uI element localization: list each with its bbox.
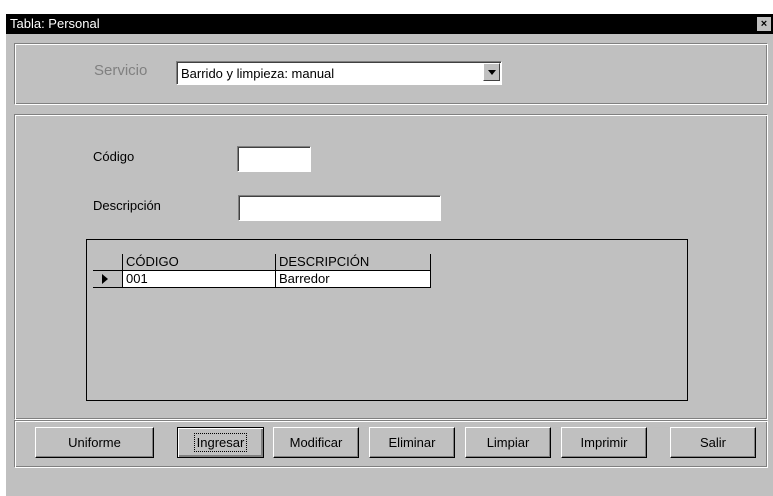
servicio-selected-value: Barrido y limpieza: manual xyxy=(181,66,335,81)
descripcion-input[interactable] xyxy=(238,195,441,221)
imprimir-button[interactable]: Imprimir xyxy=(561,427,647,458)
dropdown-arrow-button[interactable] xyxy=(483,63,500,81)
table-row-cell-codigo[interactable]: 001 xyxy=(123,271,276,288)
codigo-input[interactable] xyxy=(237,146,311,172)
close-icon[interactable]: × xyxy=(757,17,771,31)
chevron-down-icon xyxy=(488,70,496,75)
row-indicator[interactable] xyxy=(93,271,123,288)
data-grid[interactable]: CÓDIGO DESCRIPCIÓN 001 Barredor xyxy=(86,239,688,401)
column-header-descripcion[interactable]: DESCRIPCIÓN xyxy=(276,254,431,271)
codigo-label: Código xyxy=(93,149,135,164)
uniforme-button[interactable]: Uniforme xyxy=(35,427,154,458)
ingresar-button-label: Ingresar xyxy=(193,433,248,452)
grid-corner xyxy=(93,254,123,271)
window-title: Tabla: Personal xyxy=(10,16,100,31)
limpiar-button[interactable]: Limpiar xyxy=(465,427,551,458)
ingresar-button[interactable]: Ingresar xyxy=(177,427,264,458)
current-row-arrow-icon xyxy=(102,274,108,284)
eliminar-button[interactable]: Eliminar xyxy=(369,427,455,458)
servicio-select[interactable]: Barrido y limpieza: manual xyxy=(176,61,502,85)
salir-button[interactable]: Salir xyxy=(670,427,756,458)
table-row-cell-descripcion[interactable]: Barredor xyxy=(276,271,431,288)
descripcion-label: Descripción xyxy=(93,198,161,213)
servicio-label: Servicio xyxy=(94,62,148,79)
column-header-codigo[interactable]: CÓDIGO xyxy=(123,254,276,271)
modificar-button[interactable]: Modificar xyxy=(273,427,359,458)
title-bar: Tabla: Personal × xyxy=(6,14,773,34)
